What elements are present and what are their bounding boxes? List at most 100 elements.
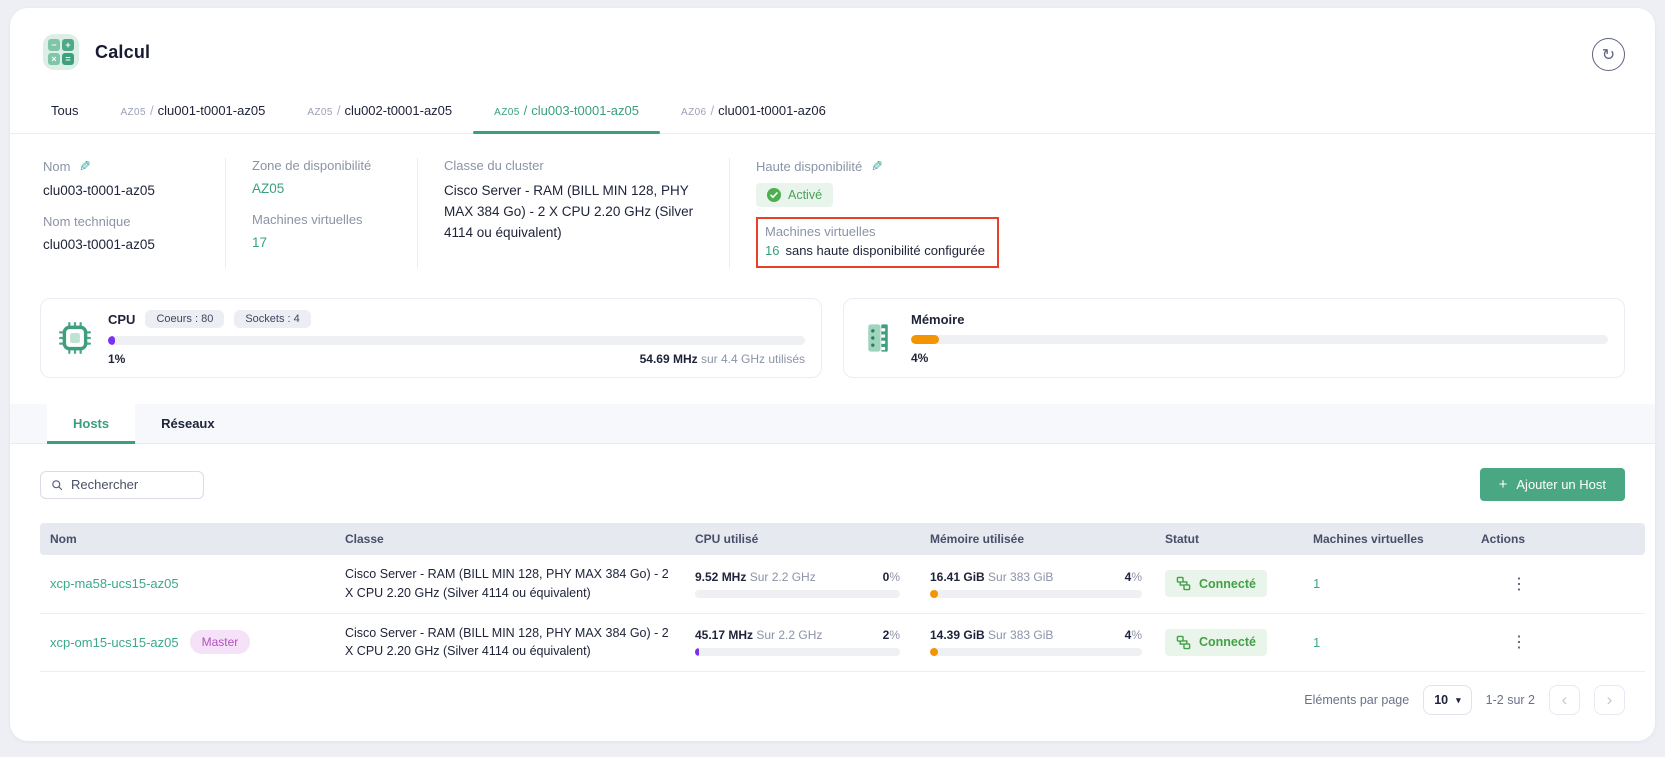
- host-name-link[interactable]: xcp-ma58-ucs15-az05: [50, 576, 179, 591]
- refresh-button[interactable]: ↻: [1592, 38, 1625, 71]
- cpu-chip-icon: [57, 321, 93, 355]
- edit-name-icon[interactable]: ✎: [79, 158, 91, 175]
- memory-gauge-head: Mémoire: [911, 312, 1608, 327]
- cpu-usage-bar-fill: [108, 336, 115, 345]
- cpu-gauge-body: CPU Coeurs : 80 Sockets : 4 1% 54.69 MHz…: [108, 310, 805, 366]
- host-memory-total: Sur 383 GiB: [988, 628, 1053, 642]
- host-memory-head: 16.41 GiB Sur 383 GiB 4%: [930, 570, 1142, 584]
- ha-vm-line: 16sans haute disponibilité configurée: [765, 243, 985, 258]
- edit-ha-icon[interactable]: ✎: [871, 158, 883, 175]
- host-memory-head: 14.39 GiB Sur 383 GiB 4%: [930, 628, 1142, 642]
- info-col-name: Nom ✎ clu003-t0001-az05 Nom technique cl…: [43, 158, 225, 268]
- tab-reseaux[interactable]: Réseaux: [135, 404, 240, 443]
- host-name-cell: xcp-ma58-ucs15-az05: [50, 576, 325, 591]
- cpu-sockets-badge: Sockets : 4: [234, 310, 310, 328]
- cpu-gauge-head: CPU Coeurs : 80 Sockets : 4: [108, 310, 805, 328]
- search-box[interactable]: [40, 471, 204, 499]
- tab-tous[interactable]: Tous: [30, 90, 99, 133]
- chevron-right-icon: ›: [1607, 690, 1613, 710]
- ha-label-row: Haute disponibilité ✎: [756, 158, 1599, 175]
- ha-vm-label: Machines virtuelles: [765, 224, 985, 239]
- name-label: Nom: [43, 159, 70, 174]
- memory-gauge-card: Mémoire 4%: [843, 298, 1625, 378]
- host-memory-bar-fill: [930, 590, 938, 598]
- row-actions-menu-icon[interactable]: ⋮: [1511, 634, 1527, 651]
- add-host-button[interactable]: + Ajouter un Host: [1480, 468, 1625, 501]
- chevron-down-icon: ▾: [1456, 695, 1461, 706]
- technical-name-value: clu003-t0001-az05: [43, 237, 199, 252]
- memory-gauge-title: Mémoire: [911, 312, 964, 327]
- host-cpu-head: 45.17 MHz Sur 2.2 GHz 2%: [695, 628, 900, 642]
- col-machines-virtuelles: Machines virtuelles: [1303, 523, 1471, 555]
- calculator-icon: − + × =: [43, 34, 79, 70]
- host-memory-value: 14.39 GiB: [930, 628, 985, 642]
- tab-az-prefix: AZ05: [307, 107, 333, 118]
- status-text: Connecté: [1199, 635, 1256, 649]
- vm-count-link[interactable]: 1: [1313, 635, 1320, 650]
- pagination: Eléments par page 10 ▾ 1-2 sur 2 ‹ ›: [40, 685, 1625, 715]
- tab-clu001-t0001-az05[interactable]: AZ05/clu001-t0001-az05: [99, 90, 286, 133]
- host-cpu-percent: 2%: [883, 628, 900, 642]
- info-col-az: Zone de disponibilité AZ05 Machines virt…: [225, 158, 417, 268]
- az-value: AZ05: [252, 181, 391, 196]
- vm-count-link[interactable]: 1: [1313, 576, 1320, 591]
- name-value: clu003-t0001-az05: [43, 183, 199, 198]
- tab-clu002-t0001-az05[interactable]: AZ05/clu002-t0001-az05: [286, 90, 473, 133]
- tab-clu001-t0001-az06[interactable]: AZ06/clu001-t0001-az06: [660, 90, 847, 133]
- host-name-link[interactable]: xcp-om15-ucs15-az05: [50, 635, 179, 650]
- section-tab-bar: Hosts Réseaux: [10, 404, 1655, 444]
- host-cpu-total: Sur 2.2 GHz: [756, 628, 822, 642]
- row-actions-menu-icon[interactable]: ⋮: [1511, 576, 1527, 593]
- tab-label: clu003-t0001-az05: [531, 103, 639, 118]
- host-cpu-values: 45.17 MHz Sur 2.2 GHz: [695, 628, 822, 642]
- info-col-ha: Haute disponibilité ✎ Activé Machines vi…: [729, 158, 1625, 268]
- cpu-usage-bar: [108, 336, 805, 345]
- host-name-cell: xcp-om15-ucs15-az05 Master: [50, 630, 325, 654]
- memory-gauge-body: Mémoire 4%: [911, 312, 1608, 365]
- status-badge: Connecté: [1165, 629, 1267, 656]
- next-page-button[interactable]: ›: [1594, 685, 1625, 715]
- table-row: xcp-ma58-ucs15-az05 Cisco Server - RAM (…: [40, 555, 1645, 613]
- tab-hosts[interactable]: Hosts: [47, 404, 135, 443]
- search-input[interactable]: [71, 477, 193, 492]
- plus-icon: +: [1499, 477, 1508, 492]
- page-size-select[interactable]: 10 ▾: [1423, 685, 1471, 715]
- page-header: − + × = Calcul: [10, 8, 1655, 70]
- page-size-label: Eléments par page: [1304, 693, 1409, 707]
- percent-sign: %: [1131, 628, 1142, 642]
- cpu-gauge-foot: 1% 54.69 MHz sur 4.4 GHz utilisés: [108, 352, 805, 366]
- host-memory-metric: 14.39 GiB Sur 383 GiB 4%: [930, 628, 1142, 656]
- cluster-tab-bar: Tous AZ05/clu001-t0001-az05 AZ05/clu002-…: [10, 90, 1655, 134]
- memory-usage-bar: [911, 335, 1608, 344]
- host-cpu-head: 9.52 MHz Sur 2.2 GHz 0%: [695, 570, 900, 584]
- status-badge: Connecté: [1165, 570, 1267, 597]
- ha-status-text: Activé: [788, 188, 822, 202]
- percent-sign: %: [889, 570, 900, 584]
- host-class: Cisco Server - RAM (BILL MIN 128, PHY MA…: [335, 555, 685, 613]
- add-host-label: Ajouter un Host: [1516, 477, 1606, 492]
- host-memory-bar: [930, 648, 1142, 656]
- host-cpu-metric: 45.17 MHz Sur 2.2 GHz 2%: [695, 628, 900, 656]
- table-header-row: Nom Classe CPU utilisé Mémoire utilisée …: [40, 523, 1645, 555]
- tab-clu003-t0001-az05-active[interactable]: AZ05/clu003-t0001-az05: [473, 90, 660, 133]
- host-memory-bar: [930, 590, 1142, 598]
- tab-label: clu001-t0001-az05: [158, 103, 266, 118]
- prev-page-button[interactable]: ‹: [1549, 685, 1580, 715]
- tab-separator: /: [524, 103, 528, 118]
- col-memoire: Mémoire utilisée: [920, 523, 1155, 555]
- info-col-class: Classe du cluster Cisco Server - RAM (BI…: [417, 158, 729, 268]
- technical-name-label: Nom technique: [43, 214, 199, 229]
- host-cpu-metric: 9.52 MHz Sur 2.2 GHz 0%: [695, 570, 900, 598]
- search-icon: [51, 478, 63, 492]
- host-cpu-total: Sur 2.2 GHz: [750, 570, 816, 584]
- cpu-gauge-title: CPU: [108, 312, 135, 327]
- host-class: Cisco Server - RAM (BILL MIN 128, PHY MA…: [335, 613, 685, 672]
- cpu-usage-suffix: sur 4.4 GHz utilisés: [698, 352, 805, 366]
- tab-label: clu001-t0001-az06: [718, 103, 826, 118]
- page-range: 1-2 sur 2: [1486, 693, 1535, 707]
- col-cpu: CPU utilisé: [685, 523, 920, 555]
- refresh-icon: ↻: [1602, 45, 1615, 65]
- host-memory-value: 16.41 GiB: [930, 570, 985, 584]
- hosts-table: Nom Classe CPU utilisé Mémoire utilisée …: [40, 523, 1645, 672]
- resource-gauges: CPU Coeurs : 80 Sockets : 4 1% 54.69 MHz…: [10, 276, 1655, 378]
